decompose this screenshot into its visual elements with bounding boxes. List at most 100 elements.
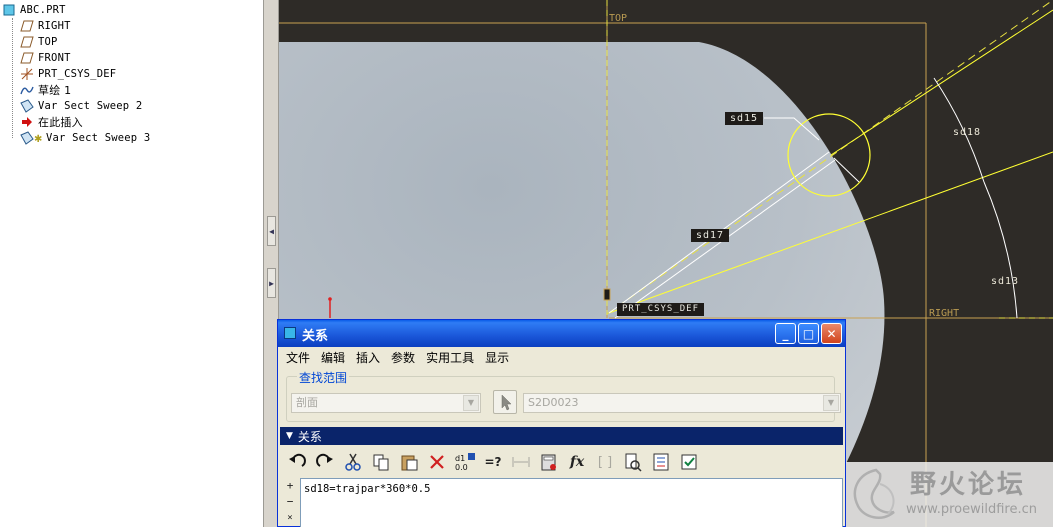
forum-watermark: 野火论坛 www.proewildfire.cn xyxy=(846,462,1053,527)
menu-utilities[interactable]: 实用工具 xyxy=(426,349,474,366)
menu-file[interactable]: 文件 xyxy=(286,349,310,366)
dimension-sd17[interactable]: sd17 xyxy=(691,229,730,242)
search-params-icon xyxy=(625,453,642,472)
brackets-icon: [ ] xyxy=(597,454,613,470)
menu-parameters[interactable]: 参数 xyxy=(391,349,415,366)
tree-item-sketch[interactable]: 草绘 1 xyxy=(20,82,71,98)
remove-icon[interactable]: × xyxy=(287,510,292,526)
select-arrow-button[interactable] xyxy=(493,390,517,414)
tree-item-label: Var Sect Sweep 2 xyxy=(38,100,143,112)
menu-show[interactable]: 显示 xyxy=(485,349,509,366)
relations-toolbar: d1 0.0 =? fx [ ] xyxy=(280,448,843,476)
svg-text:0.0: 0.0 xyxy=(455,463,468,472)
check-button[interactable] xyxy=(676,450,702,474)
dialog-title: 关系 xyxy=(302,329,329,344)
undo-icon xyxy=(289,453,306,467)
insert-function-button[interactable]: fx xyxy=(564,450,590,474)
dimension-values-icon: d10.0 xyxy=(455,453,475,472)
delete-button[interactable] xyxy=(424,450,450,474)
right-plane-label: RIGHT xyxy=(929,308,960,319)
paste-button[interactable] xyxy=(396,450,422,474)
close-button[interactable]: ✕ xyxy=(821,323,842,344)
angle-arc-sd13 xyxy=(983,181,1018,319)
tree-item-label: 在此插入 xyxy=(38,116,83,129)
tree-item-label: TOP xyxy=(38,36,58,48)
collapse-triangle-icon: ▼ xyxy=(286,431,293,441)
scope-type-select[interactable]: 剖面 ▼ xyxy=(291,393,481,413)
minimize-button[interactable]: _ xyxy=(775,323,796,344)
insert-parenthesis-button[interactable]: [ ] xyxy=(592,450,618,474)
cut-icon xyxy=(345,453,361,471)
expand-right-button[interactable]: ▶ xyxy=(267,268,276,298)
watermark-url: www.proewildfire.cn xyxy=(906,502,1037,517)
equals-question-icon: =? xyxy=(484,455,502,469)
collapse-left-button[interactable]: ◀ xyxy=(267,216,276,246)
svg-text:✱: ✱ xyxy=(34,134,42,145)
switch-dims-button[interactable]: d1 0.0 xyxy=(452,450,478,474)
relations-section-header[interactable]: ▼ 关系 xyxy=(280,427,843,445)
insert-here-icon xyxy=(20,115,34,129)
menu-insert[interactable]: 插入 xyxy=(356,349,380,366)
collapse-icon[interactable]: − xyxy=(287,494,294,510)
dialog-menubar: 文件 编辑 插入 参数 实用工具 显示 xyxy=(278,347,845,367)
redo-button[interactable] xyxy=(312,450,338,474)
svg-text:d1: d1 xyxy=(455,454,465,463)
dialog-app-icon xyxy=(284,327,296,339)
redo-icon xyxy=(316,453,333,467)
tree-item-right[interactable]: RIGHT xyxy=(20,18,71,34)
datum-plane-icon xyxy=(20,51,34,65)
top-plane-label: TOP xyxy=(609,13,628,24)
tree-item-label: PRT_CSYS_DEF xyxy=(38,68,117,80)
undo-button[interactable] xyxy=(284,450,310,474)
sort-relations-button[interactable] xyxy=(508,450,534,474)
editor-gutter: + − × xyxy=(280,478,300,527)
scope-object-value: S2D0023 xyxy=(528,396,579,409)
flame-logo-icon xyxy=(853,468,895,519)
datum-plane-icon xyxy=(20,19,34,33)
expand-icon[interactable]: + xyxy=(287,478,294,494)
tree-item-label: Var Sect Sweep 3 xyxy=(46,132,151,144)
calculator-icon xyxy=(541,454,556,471)
cut-button[interactable] xyxy=(340,450,366,474)
sketch-icon xyxy=(20,83,34,97)
tree-item-sweep-2[interactable]: Var Sect Sweep 2 xyxy=(20,98,142,114)
verify-relations-button[interactable]: =? xyxy=(480,450,506,474)
menu-edit[interactable]: 编辑 xyxy=(321,349,345,366)
tree-item-label: 草绘 1 xyxy=(38,84,72,97)
sweep-icon xyxy=(20,99,34,113)
paste-icon xyxy=(401,455,418,471)
tree-item-top[interactable]: TOP xyxy=(20,34,58,50)
sweep-active-icon: ✱ xyxy=(20,131,42,145)
checkbox-icon xyxy=(681,454,697,470)
dimension-sd13[interactable]: sd13 xyxy=(991,276,1019,287)
sort-list-button[interactable] xyxy=(648,450,674,474)
look-in-title: 查找范围 xyxy=(297,369,350,386)
part-icon xyxy=(2,3,16,17)
dimension-sd15[interactable]: sd15 xyxy=(725,112,764,125)
model-tree: ABC.PRT RIGHT TOP FRONT PRT_CSYS_DEF 草绘 … xyxy=(0,0,263,527)
tree-item-label: ABC.PRT xyxy=(20,4,66,16)
section-title: 关系 xyxy=(297,429,322,444)
scope-type-value: 剖面 xyxy=(296,396,318,409)
tree-item-sweep-3[interactable]: ✱ Var Sect Sweep 3 xyxy=(20,130,150,146)
tree-item-front[interactable]: FRONT xyxy=(20,50,71,66)
relations-editor[interactable]: sd18=trajpar*360*0.5 xyxy=(300,478,843,527)
scope-object-select[interactable]: S2D0023 ▼ xyxy=(523,393,841,413)
tree-item-insert-here[interactable]: 在此插入 xyxy=(20,114,83,130)
relation-line: sd18=trajpar*360*0.5 xyxy=(304,483,431,495)
function-icon: fx xyxy=(569,454,585,470)
copy-button[interactable] xyxy=(368,450,394,474)
local-params-button[interactable] xyxy=(620,450,646,474)
look-in-group: 查找范围 剖面 ▼ S2D0023 ▼ xyxy=(286,369,841,422)
tree-item-label: RIGHT xyxy=(38,20,71,32)
dimension-sd18[interactable]: sd18 xyxy=(953,127,981,138)
csys-icon xyxy=(20,67,34,81)
copy-icon xyxy=(373,454,389,471)
dialog-titlebar[interactable]: 关系 _ □ ✕ xyxy=(278,320,845,347)
maximize-button[interactable]: □ xyxy=(798,323,819,344)
evaluate-button[interactable] xyxy=(536,450,562,474)
tree-item-part[interactable]: ABC.PRT xyxy=(2,2,66,18)
watermark-title: 野火论坛 xyxy=(910,470,1027,500)
measure-icon xyxy=(512,457,530,467)
tree-item-csys[interactable]: PRT_CSYS_DEF xyxy=(20,66,116,82)
